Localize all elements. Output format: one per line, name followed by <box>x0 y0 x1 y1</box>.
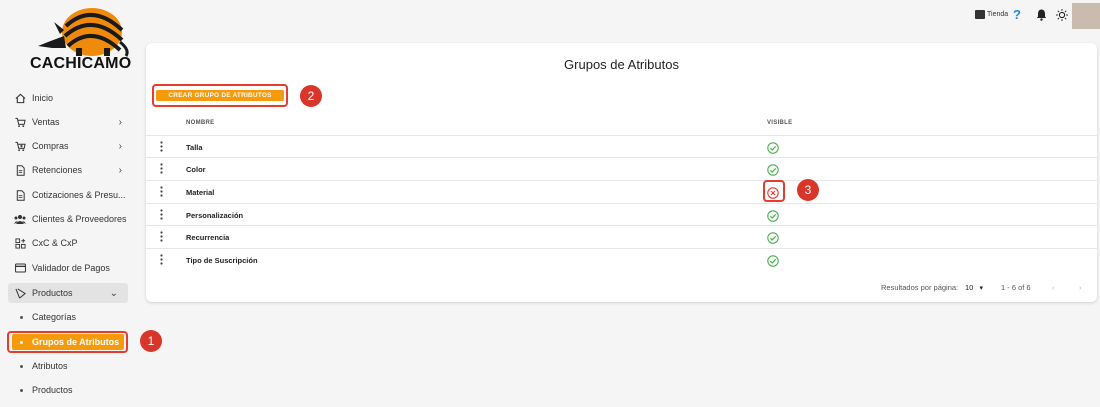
bullet-icon <box>20 388 23 392</box>
row-name: Material <box>186 187 215 197</box>
sidebar-item-productos[interactable]: Productos ⌄ <box>8 283 128 303</box>
home-icon <box>14 92 26 104</box>
column-header-name[interactable]: NOMBRE <box>186 120 214 126</box>
dropdown-arrow-icon: ▾ <box>979 285 983 292</box>
sidebar-item-label: Retenciones <box>32 165 83 175</box>
users-icon <box>14 213 26 225</box>
sidebar-item-label: Clientes & Proveedores <box>32 214 127 224</box>
table-row[interactable]: Talla <box>146 134 1097 158</box>
sidebar-item-label: Ventas <box>32 117 60 127</box>
attribute-groups-card: Grupos de Atributos CREAR GRUPO DE ATRIB… <box>146 43 1097 302</box>
table-row[interactable]: Tipo de Suscripción <box>146 248 1097 271</box>
bullet-icon <box>20 315 23 319</box>
table-row[interactable]: Material <box>146 179 1097 203</box>
row-name: Personalización <box>186 210 244 220</box>
table-row[interactable]: Color <box>146 157 1097 180</box>
help-icon[interactable]: ? <box>1013 7 1021 22</box>
previous-page-icon[interactable]: ‹ <box>1052 283 1055 292</box>
theme-toggle-icon[interactable] <box>1056 9 1068 21</box>
cart-add-icon <box>14 140 26 152</box>
chevron-down-icon: ⌄ <box>109 287 118 299</box>
cart-icon <box>14 116 26 128</box>
visible-check-icon[interactable] <box>767 163 779 176</box>
sidebar-item-label: Validador de Pagos <box>32 263 110 273</box>
card-icon <box>14 262 26 274</box>
more-options-icon[interactable] <box>160 140 163 155</box>
more-options-icon[interactable] <box>160 186 163 200</box>
sidebar-item-label: Productos <box>32 288 73 298</box>
sidebar-item-label: Inicio <box>32 93 54 103</box>
chevron-right-icon: › <box>118 116 122 128</box>
row-name: Talla <box>186 142 203 152</box>
sidebar-item-compras[interactable]: Compras › <box>14 136 132 156</box>
callout-badge-3: 3 <box>797 179 819 201</box>
chevron-right-icon: › <box>118 164 122 176</box>
document-icon <box>14 164 26 176</box>
row-name: Color <box>186 165 206 175</box>
rows-per-page-value: 10 <box>965 283 974 292</box>
visible-check-icon[interactable] <box>767 141 779 154</box>
sidebar-item-clientes-proveedores[interactable]: Clientes & Proveedores <box>14 209 132 229</box>
highlight-box-1 <box>7 331 128 353</box>
more-options-icon[interactable] <box>160 254 163 268</box>
bullet-icon <box>20 364 23 368</box>
sidebar-item-ventas[interactable]: Ventas › <box>14 112 132 132</box>
sidebar-subitem-label: Atributos <box>32 361 68 371</box>
ledger-icon <box>14 237 26 249</box>
rows-per-page-select[interactable]: 10 ▾ <box>965 283 983 292</box>
table-row[interactable]: Personalización <box>146 202 1097 226</box>
highlight-box-2 <box>152 84 288 107</box>
sidebar-item-label: Compras <box>32 141 69 151</box>
chevron-right-icon: › <box>118 140 122 152</box>
more-options-icon[interactable] <box>160 163 163 177</box>
document-icon <box>14 189 26 201</box>
sidebar-item-validador-pagos[interactable]: Validador de Pagos <box>14 258 132 278</box>
pagination-range: 1 - 6 of 6 <box>1001 283 1031 292</box>
store-label: Tienda <box>987 11 1009 18</box>
row-name: Tipo de Suscripción <box>186 256 258 265</box>
rows-per-page-label: Resultados por página: <box>881 283 959 292</box>
sidebar-subitem-label: Categorías <box>32 312 77 322</box>
highlight-box-3 <box>763 180 785 202</box>
visible-check-icon[interactable] <box>767 254 779 267</box>
sidebar-item-inicio[interactable]: Inicio <box>14 88 132 108</box>
page-title: Grupos de Atributos <box>564 57 679 72</box>
table-row[interactable]: Recurrencia <box>146 225 1097 248</box>
sidebar-item-cotizaciones[interactable]: Cotizaciones & Presu... <box>14 185 132 205</box>
more-options-icon[interactable] <box>160 231 163 245</box>
visible-check-icon[interactable] <box>767 209 779 222</box>
callout-badge-1: 1 <box>140 330 162 352</box>
sidebar-subitem-productos[interactable]: Productos <box>20 382 73 398</box>
sidebar-subitem-label: Productos <box>32 385 73 395</box>
avatar[interactable] <box>1072 3 1100 29</box>
sidebar-item-label: Cotizaciones & Presu... <box>32 190 126 200</box>
sidebar-subitem-atributos[interactable]: Atributos <box>20 358 68 374</box>
brand-name: CACHICAMO <box>30 55 132 72</box>
products-icon <box>14 287 26 299</box>
sidebar-item-label: CxC & CxP <box>32 238 78 248</box>
column-header-visible[interactable]: VISIBLE <box>767 120 792 126</box>
sidebar-subitem-categorias[interactable]: Categorías <box>20 309 76 325</box>
row-name: Recurrencia <box>186 233 230 243</box>
store-link[interactable]: Tienda <box>975 10 1008 19</box>
bell-icon[interactable] <box>1036 9 1047 21</box>
visible-check-icon[interactable] <box>767 231 779 245</box>
next-page-icon[interactable]: › <box>1079 283 1082 292</box>
callout-badge-2: 2 <box>300 85 322 107</box>
sidebar-item-retenciones[interactable]: Retenciones › <box>14 160 132 180</box>
more-options-icon[interactable] <box>160 208 163 223</box>
store-icon <box>975 10 985 19</box>
sidebar-item-cxc-cxp[interactable]: CxC & CxP <box>14 233 132 253</box>
